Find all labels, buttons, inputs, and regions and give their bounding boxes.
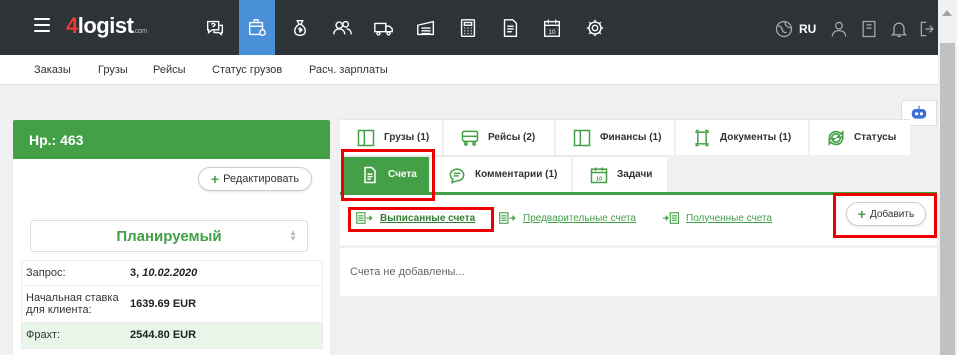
info-row-initial-rate: Начальная ставка для клиента: 1639.69 EU… bbox=[22, 286, 322, 323]
calendar-icon[interactable]: 10 bbox=[534, 11, 570, 45]
orders-globe-icon[interactable] bbox=[239, 0, 275, 55]
subnav-cargo[interactable]: Грузы bbox=[98, 64, 128, 76]
subnav-trips[interactable]: Рейсы bbox=[153, 64, 186, 76]
calendar-icon: 10 bbox=[590, 167, 608, 183]
truck-icon[interactable] bbox=[366, 11, 402, 45]
tab-trips[interactable]: Рейсы (2) bbox=[444, 119, 554, 155]
select-caret-icon: ▲ ▼ bbox=[289, 228, 297, 243]
logout-icon[interactable] bbox=[918, 19, 938, 39]
robot-icon bbox=[911, 105, 927, 119]
invoice-out-icon bbox=[356, 212, 373, 224]
tab-documents[interactable]: Документы (1) bbox=[676, 119, 808, 155]
edit-button[interactable]: + Редактировать bbox=[198, 167, 312, 191]
help-chat-icon[interactable] bbox=[197, 11, 233, 45]
tab-invoices[interactable]: Счета bbox=[344, 156, 429, 192]
plus-icon: + bbox=[857, 206, 866, 222]
received-invoices-link[interactable]: Полученные счета bbox=[662, 212, 772, 224]
order-number-header: Нр.: 463 bbox=[13, 120, 330, 159]
tab-tasks[interactable]: 10 Задачи bbox=[573, 156, 667, 192]
bell-icon[interactable] bbox=[889, 19, 909, 39]
warehouse-icon[interactable] bbox=[408, 11, 444, 45]
book-icon[interactable] bbox=[859, 19, 879, 39]
bus-icon bbox=[461, 130, 479, 146]
tab-statuses[interactable]: Статусы bbox=[810, 119, 910, 155]
invoice-in-icon bbox=[662, 212, 680, 224]
subnav-salary-calc[interactable]: Расч. зарплаты bbox=[309, 64, 388, 76]
subnav-cargo-status[interactable]: Статус грузов bbox=[212, 64, 282, 76]
document-icon bbox=[364, 166, 376, 183]
sub-navigation: Заказы Грузы Рейсы Статус грузов Расч. з… bbox=[0, 55, 938, 85]
issued-invoices-link[interactable]: Выписанные счета bbox=[356, 212, 475, 224]
users-icon[interactable] bbox=[324, 11, 360, 45]
document-icon[interactable] bbox=[492, 11, 528, 45]
order-status-select[interactable]: Планируемый ▲ ▼ bbox=[30, 220, 308, 252]
plus-icon: + bbox=[210, 171, 220, 187]
calculator-icon[interactable] bbox=[450, 11, 486, 45]
settings-gear-icon[interactable] bbox=[577, 11, 613, 45]
globe-icon[interactable] bbox=[774, 19, 794, 39]
info-row-freight: Фрахт: 2544.80 EUR bbox=[22, 323, 322, 348]
tab-cargo[interactable]: Грузы (1) bbox=[340, 119, 442, 155]
refresh-icon bbox=[828, 129, 844, 146]
svg-text:10: 10 bbox=[596, 176, 602, 182]
tab-comments[interactable]: Комментарии (1) bbox=[431, 156, 571, 192]
scroll-up-arrow-icon[interactable] bbox=[942, 10, 952, 16]
info-row-request: Запрос: 3, 10.02.2020 bbox=[22, 261, 322, 286]
panel-icon bbox=[357, 129, 375, 146]
empty-invoices-message: Счета не добавлены... bbox=[350, 266, 465, 278]
tab-finance[interactable]: Финансы (1) bbox=[556, 119, 674, 155]
svg-text:10: 10 bbox=[548, 29, 556, 36]
hamburger-menu-icon[interactable] bbox=[34, 18, 50, 32]
scrollbar-thumb[interactable] bbox=[940, 43, 955, 355]
add-invoice-button[interactable]: + Добавить bbox=[846, 202, 926, 226]
invoice-out-icon bbox=[499, 212, 516, 224]
panel-icon bbox=[573, 129, 591, 146]
preliminary-invoices-link[interactable]: Предварительные счета bbox=[499, 212, 636, 224]
subnav-orders[interactable]: Заказы bbox=[34, 64, 71, 76]
order-info-table: Запрос: 3, 10.02.2020 Начальная ставка д… bbox=[21, 260, 323, 349]
logo[interactable]: 4logist.com bbox=[66, 13, 147, 39]
language-selector[interactable]: RU bbox=[799, 22, 816, 36]
top-navbar: 4logist.com 10 RU bbox=[0, 0, 938, 55]
user-icon[interactable] bbox=[829, 19, 849, 39]
comment-icon bbox=[449, 167, 465, 184]
document-frame-icon bbox=[695, 129, 709, 146]
money-bag-icon[interactable] bbox=[282, 11, 318, 45]
